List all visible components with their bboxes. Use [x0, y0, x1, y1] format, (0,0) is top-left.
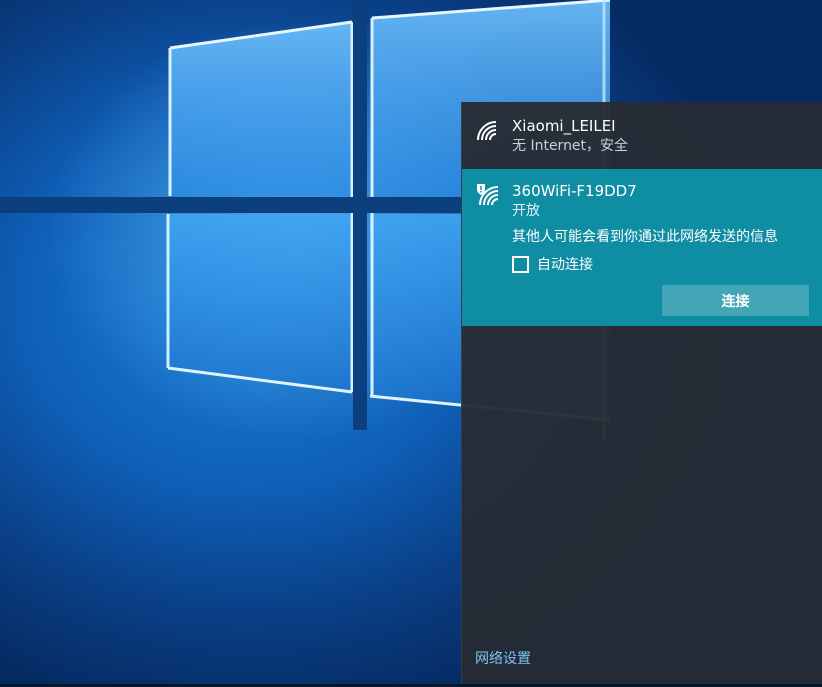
network-item-xiaomi[interactable]: Xiaomi_LEILEI 无 Internet，安全 — [462, 102, 822, 169]
network-item-360wifi[interactable]: 360WiFi-F19DD7 开放 其他人可能会看到你通过此网络发送的信息 自动… — [462, 169, 822, 326]
security-warning: 其他人可能会看到你通过此网络发送的信息 — [512, 229, 778, 245]
wifi-icon — [477, 121, 497, 141]
network-status: 无 Internet，安全 — [512, 138, 629, 154]
network-ssid: 360WiFi-F19DD7 — [512, 182, 637, 200]
connect-button[interactable]: 连接 — [662, 285, 809, 316]
auto-connect-row: 自动连接 — [512, 253, 822, 275]
network-settings-link[interactable]: 网络设置 — [475, 648, 531, 668]
network-status: 开放 — [512, 203, 540, 219]
wifi-shield-icon — [477, 184, 499, 206]
network-ssid: Xiaomi_LEILEI — [512, 117, 616, 135]
auto-connect-label: 自动连接 — [537, 257, 593, 273]
network-flyout: Xiaomi_LEILEI 无 Internet，安全 360WiFi-F19D… — [461, 102, 822, 684]
auto-connect-checkbox[interactable] — [512, 255, 529, 273]
